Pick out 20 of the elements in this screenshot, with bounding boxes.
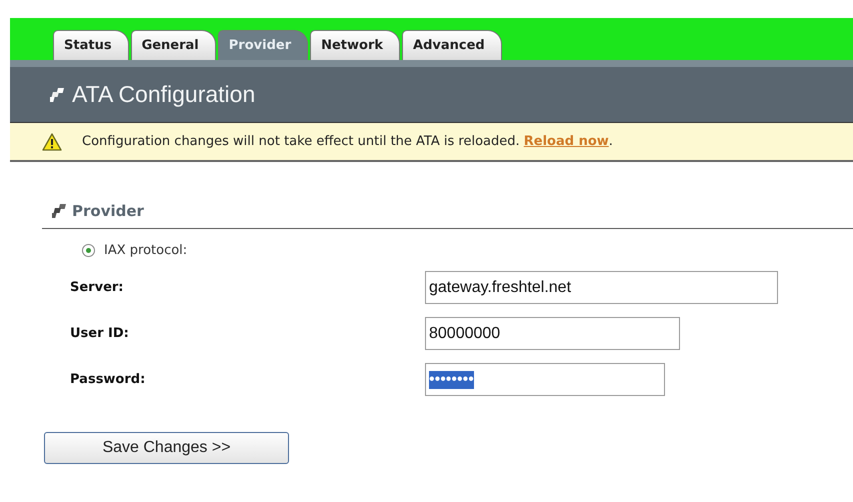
tab[interactable]: General <box>130 30 216 60</box>
field-label: Server: <box>70 280 124 295</box>
input-field[interactable]: •••••••• <box>425 363 665 396</box>
save-button[interactable]: Save Changes >> <box>44 432 289 464</box>
page-title: ATA Configuration <box>72 81 256 108</box>
input-field[interactable]: gateway.freshtel.net <box>425 271 778 304</box>
tab[interactable]: Status <box>53 30 129 60</box>
field-label: User ID: <box>70 326 130 341</box>
squares-icon <box>52 204 68 218</box>
radio-label: IAX protocol: <box>104 243 188 258</box>
radio-button[interactable] <box>82 244 95 257</box>
tab[interactable]: Provider <box>218 30 308 60</box>
tab[interactable]: Advanced <box>402 30 502 60</box>
squares-icon <box>50 88 66 102</box>
section-title: Provider <box>72 202 144 220</box>
input-field[interactable]: 80000000 <box>425 317 680 350</box>
tab[interactable]: Network <box>310 30 400 60</box>
field-label: Password: <box>70 372 146 387</box>
warning-icon <box>42 132 62 150</box>
notice-text: Configuration changes will not take effect until the ATA is reloaded. Reload now. <box>82 134 613 149</box>
